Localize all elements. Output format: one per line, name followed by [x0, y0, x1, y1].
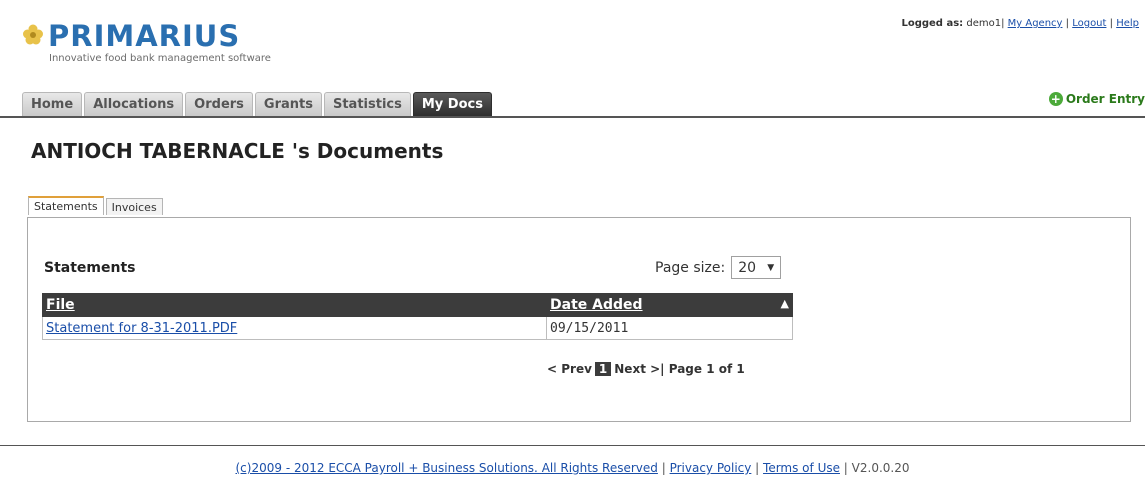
page-summary: Page 1 of 1: [668, 362, 745, 376]
plus-circle-icon: +: [1048, 92, 1063, 106]
sort-up-icon: ▲: [780, 297, 789, 310]
page-size-value: 20: [738, 259, 757, 276]
table-row: Statement for 8-31-2011.PDF 09/15/2011: [42, 316, 793, 340]
nav-divider: [0, 116, 1145, 118]
date-cell: 09/15/2011: [546, 316, 793, 340]
sort-date-link[interactable]: Date Added: [550, 297, 643, 313]
statements-heading: Statements: [44, 260, 136, 276]
version-label: V2.0.0.20: [851, 461, 910, 475]
chevron-down-icon: ▼: [767, 262, 775, 273]
page-size-select[interactable]: 20 ▼: [731, 256, 782, 279]
tab-allocations[interactable]: Allocations: [84, 92, 184, 116]
flower-logo-icon: [23, 24, 43, 45]
statement-file-link[interactable]: Statement for 8-31-2011.PDF: [46, 321, 237, 336]
tab-invoices[interactable]: Invoices: [105, 198, 163, 215]
file-cell: Statement for 8-31-2011.PDF: [42, 316, 547, 340]
footer: (c)2009 - 2012 ECCA Payroll + Business S…: [235, 461, 910, 475]
column-header-file[interactable]: File: [42, 293, 547, 317]
privacy-policy-link[interactable]: Privacy Policy: [670, 461, 752, 475]
user-bar: Logged as: demo1| My Agency | Logout | H…: [901, 18, 1139, 29]
logout-link[interactable]: Logout: [1072, 18, 1106, 29]
document-tabs: Statements Invoices: [28, 196, 165, 215]
sort-file-link[interactable]: File: [46, 297, 75, 313]
tab-statements[interactable]: Statements: [28, 196, 104, 215]
brand-name: PRIMARIUS: [48, 19, 241, 53]
page-size-label: Page size:: [655, 259, 726, 276]
username: demo1: [966, 18, 1002, 29]
statements-table: File Date Added ▲ Statement for 8-31-2011…: [42, 293, 793, 340]
order-entry-label: Order Entry: [1065, 92, 1145, 106]
order-entry-link[interactable]: + Order Entry: [1048, 92, 1145, 106]
terms-of-use-link[interactable]: Terms of Use: [763, 461, 840, 475]
logged-as-label: Logged as:: [901, 18, 964, 29]
current-page-number[interactable]: 1: [594, 362, 612, 376]
tab-grants[interactable]: Grants: [254, 92, 322, 116]
prev-page-button[interactable]: < Prev: [547, 362, 592, 376]
main-nav: Home Allocations Orders Grants Statistic…: [22, 92, 494, 116]
my-agency-link[interactable]: My Agency: [1008, 18, 1063, 29]
tab-statistics[interactable]: Statistics: [323, 92, 411, 116]
pager: < Prev 1 Next >| Page 1 of 1: [547, 362, 745, 376]
page-title: ANTIOCH TABERNACLE 's Documents: [31, 139, 444, 163]
footer-divider: [0, 445, 1145, 446]
page-size-control: Page size: 20 ▼: [655, 256, 782, 279]
tab-home[interactable]: Home: [22, 92, 83, 116]
column-header-date-added[interactable]: Date Added ▲: [546, 293, 793, 317]
tab-my-docs[interactable]: My Docs: [412, 92, 492, 116]
next-page-button[interactable]: Next >|: [614, 362, 664, 376]
brand-tagline: Innovative food bank management software: [49, 53, 271, 64]
copyright-link[interactable]: (c)2009 - 2012 ECCA Payroll + Business S…: [236, 461, 658, 475]
tab-orders[interactable]: Orders: [185, 92, 253, 116]
help-link[interactable]: Help: [1116, 18, 1139, 29]
